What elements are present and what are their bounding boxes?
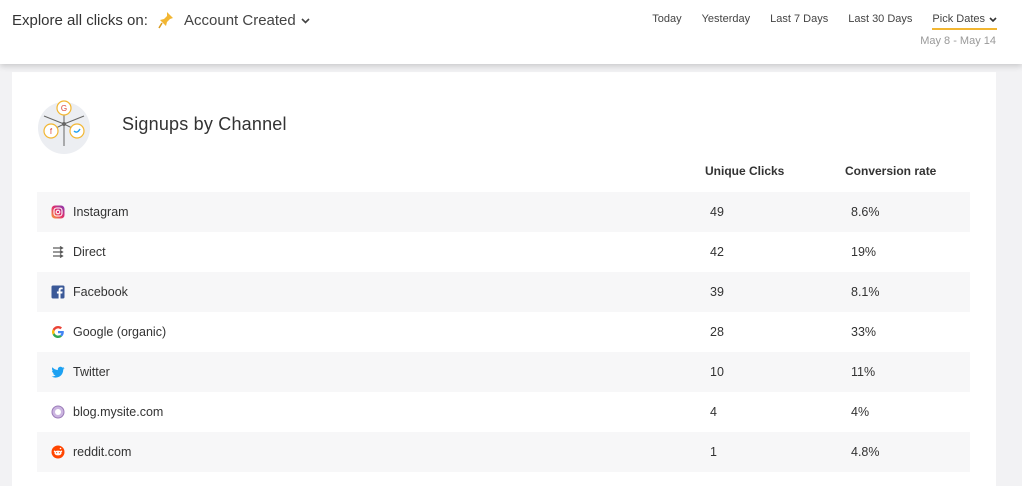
channel-name: Google (organic) [73,325,167,339]
event-dropdown-label: Account Created [184,12,296,29]
channel-name: Instagram [73,205,129,219]
conversion-rate-value: 11% [851,365,876,379]
channel-name: Facebook [73,285,128,299]
conversion-rate-value: 19% [851,245,877,259]
date-filter-today[interactable]: Today [652,13,681,30]
card-title: Signups by Channel [122,114,287,134]
unique-clicks-header[interactable]: Unique Clicks [705,164,784,178]
reddit-icon [51,445,65,459]
table-row[interactable]: Google (organic) 28 33% [37,312,970,352]
channel-name: blog.mysite.com [73,405,164,419]
date-filter-yesterday[interactable]: Yesterday [702,13,751,30]
google-icon [51,325,65,339]
channels-table: Instagram 49 8.6% Direct 42 19% Facebook… [37,192,970,472]
instagram-icon [51,205,65,219]
unique-clicks-value: 1 [710,445,717,459]
top-bar: Explore all clicks on: Account Created T… [0,0,1022,64]
table-row[interactable]: Direct 42 19% [37,232,970,272]
unique-clicks-value: 49 [710,205,724,219]
conversion-rate-value: 4% [851,405,870,419]
date-filter-last-7-days[interactable]: Last 7 Days [770,13,828,30]
conversion-rate-value: 8.1% [851,285,880,299]
blog-icon [51,405,65,419]
conversion-rate-header[interactable]: Conversion rate [845,164,936,178]
direct-icon [51,245,65,259]
svg-text:G: G [61,104,67,113]
channel-name: reddit.com [73,445,132,459]
event-dropdown[interactable]: Account Created [184,12,310,29]
signups-card: G f Signups by Channel Unique Clicks Con… [12,72,996,486]
date-range: May 8 - May 14 [920,35,996,47]
twitter-icon [51,365,65,379]
date-filter-last-30-days[interactable]: Last 30 Days [848,13,912,30]
pick-dates-label: Pick Dates [932,13,985,25]
table-row[interactable]: blog.mysite.com 4 4% [37,392,970,432]
date-filters: Today Yesterday Last 7 Days Last 30 Days… [632,13,997,30]
channel-name: Direct [73,245,106,259]
unique-clicks-value: 39 [710,285,724,299]
channels-illustration-icon: G f [38,100,90,154]
channel-name: Twitter [73,365,110,379]
pick-dates-button[interactable]: Pick Dates [932,13,997,30]
explore-label: Explore all clicks on: [12,12,148,29]
conversion-rate-value: 4.8% [851,445,880,459]
chevron-down-icon [301,17,310,24]
conversion-rate-value: 8.6% [851,205,880,219]
unique-clicks-value: 28 [710,325,724,339]
facebook-icon [51,285,65,299]
table-row[interactable]: Twitter 10 11% [37,352,970,392]
unique-clicks-value: 4 [710,405,717,419]
chevron-down-icon [989,16,997,22]
table-row[interactable]: Instagram 49 8.6% [37,192,970,232]
table-row[interactable]: reddit.com 1 4.8% [37,432,970,472]
pin-icon [158,12,173,29]
table-row[interactable]: Facebook 39 8.1% [37,272,970,312]
conversion-rate-value: 33% [851,325,877,339]
unique-clicks-value: 10 [710,365,724,379]
unique-clicks-value: 42 [710,245,724,259]
